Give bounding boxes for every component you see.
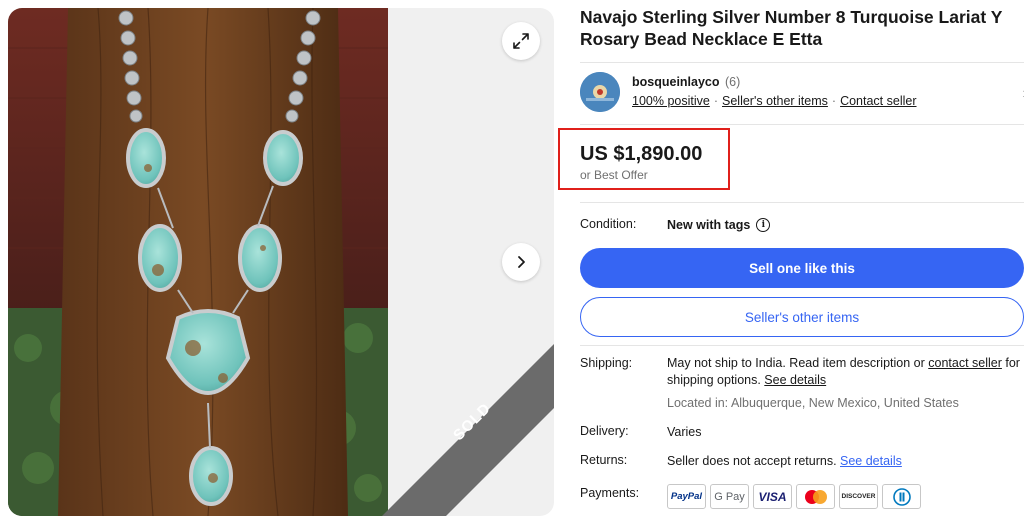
seller-card: bosqueinlayco (6) 100% positive · Seller's… [580,72,1024,114]
seller-other-items-button[interactable]: Seller's other items [580,297,1024,337]
divider [580,124,1024,125]
product-photo[interactable] [8,8,388,516]
sold-label: SOLD [450,399,495,445]
paypal-logo: PayPal [667,484,706,509]
condition-label: Condition: [580,217,637,231]
diners-club-logo [882,484,921,509]
returns-see-details-link[interactable]: See details [840,454,902,468]
delivery-label: Delivery: [580,424,629,438]
condition-value: New with tags [667,218,751,232]
next-image-button[interactable] [502,243,540,281]
returns-info: Seller does not accept returns. See deta… [667,453,902,470]
seller-other-items-link[interactable]: Seller's other items [722,94,828,108]
divider [580,202,1024,203]
listing-info: Navajo Sterling Silver Number 8 Turquois… [558,0,1024,524]
listing-title: Navajo Sterling Silver Number 8 Turquois… [580,7,1003,49]
expand-icon [513,33,529,49]
seller-name[interactable]: bosqueinlayco [632,75,720,89]
sell-one-like-this-button[interactable]: Sell one like this [580,248,1024,288]
divider [580,62,1024,63]
seller-avatar[interactable] [580,72,620,112]
contact-seller-link[interactable]: Contact seller [840,94,916,108]
delivery-value: Varies [667,425,702,439]
image-gallery: SOLD [8,8,554,516]
separator-dot: · [713,94,718,108]
best-offer-text: or Best Offer [580,168,648,182]
divider [580,345,1024,346]
info-icon[interactable]: i [756,218,771,233]
shipping-info: May not ship to India. Read item descrip… [667,355,1022,388]
shipping-label: Shipping: [580,356,633,370]
shipping-see-details-link[interactable]: See details [764,373,826,387]
returns-text: Seller does not accept returns. [667,454,841,468]
separator-dot: · [831,94,837,108]
seller-feedback-count: (6) [725,75,741,89]
contact-seller-link[interactable]: contact seller [928,356,1002,370]
positive-feedback-link[interactable]: 100% positive [632,94,710,108]
google-pay-logo: G Pay [710,484,749,509]
condition-value-row: New with tags i [667,217,771,234]
chevron-right-icon [518,256,525,268]
price: US $1,890.00 [580,143,703,165]
returns-label: Returns: [580,453,628,467]
expand-button[interactable] [502,22,540,60]
payment-methods: PayPal G Pay VISA DISCOVER [667,484,921,509]
seller-name-row: bosqueinlayco (6) [632,75,740,89]
item-location: Located in: Albuquerque, New Mexico, Uni… [667,396,959,410]
mastercard-logo [796,484,835,509]
visa-logo: VISA [753,484,792,509]
seller-links: 100% positive · Seller's other items · Conta… [632,94,917,108]
shipping-text: May not ship to India. Read item descrip… [667,356,929,370]
payments-label: Payments: [580,486,640,500]
discover-logo: DISCOVER [839,484,878,509]
